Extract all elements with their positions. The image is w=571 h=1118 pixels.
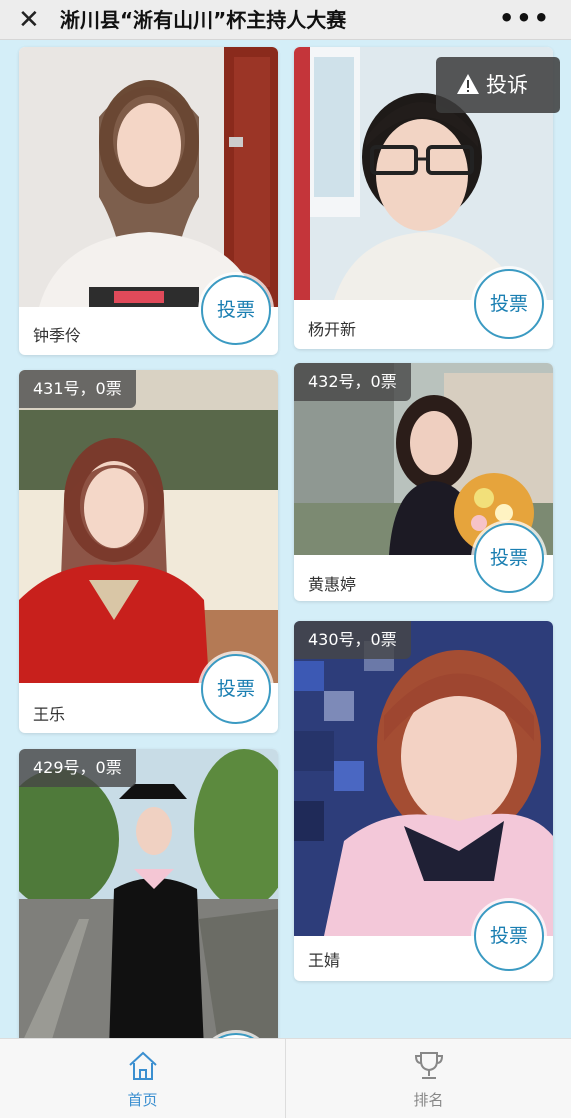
home-icon [129,1051,157,1080]
tab-rank-label: 排名 [413,1091,444,1109]
trophy-icon [414,1052,444,1079]
contestant-photo[interactable] [19,370,278,683]
contestant-number-badge: 430号，0票 [294,621,411,659]
title-bar: ✕ 淅川县“淅有山川”杯主持人大赛 ••• [0,0,571,40]
complain-label: 投诉 [486,73,528,97]
contestant-card[interactable]: 429号，0票 投票 [19,749,278,1038]
vote-button[interactable]: 投票 [201,275,271,345]
bottom-tab-bar: 首页 排名 [0,1038,571,1118]
tab-rank[interactable]: 排名 [286,1039,571,1118]
contestant-card[interactable]: 431号，0票 王乐 投票 [19,370,278,733]
vote-button[interactable]: 投票 [474,269,544,339]
vote-button[interactable]: 投票 [201,654,271,724]
contestant-number-badge: 429号，0票 [19,749,136,787]
close-icon[interactable]: ✕ [18,3,40,37]
tab-home[interactable]: 首页 [0,1039,285,1118]
contestant-photo[interactable] [19,47,278,307]
contestant-name: 杨开新 [308,320,357,339]
contestant-name: 王乐 [33,705,66,724]
page-title: 淅川县“淅有山川”杯主持人大赛 [60,8,347,32]
contestant-name: 钟季伶 [33,326,82,345]
contestant-card[interactable]: 钟季伶 投票 [19,47,278,355]
contestant-photo[interactable] [19,749,278,1038]
contestant-card[interactable]: 432号，0票 黄惠婷 投票 [294,363,553,601]
contestant-grid[interactable]: 钟季伶 投票 杨开新 投票 431号，0票 王乐 投票 432号，0票 黄惠婷 … [0,41,571,1038]
more-icon[interactable]: ••• [499,0,551,36]
contestant-name: 黄惠婷 [308,575,357,594]
contestant-photo[interactable] [294,621,553,936]
vote-button[interactable]: 投票 [474,523,544,593]
tab-home-label: 首页 [127,1091,158,1109]
vote-button[interactable]: 投票 [474,901,544,971]
complain-button[interactable]: 投诉 [436,57,560,113]
contestant-card[interactable]: 430号，0票 王婧 投票 [294,621,553,981]
warning-icon [457,74,479,94]
contestant-number-badge: 431号，0票 [19,370,136,408]
contestant-number-badge: 432号，0票 [294,363,411,401]
contestant-name: 王婧 [308,951,341,970]
